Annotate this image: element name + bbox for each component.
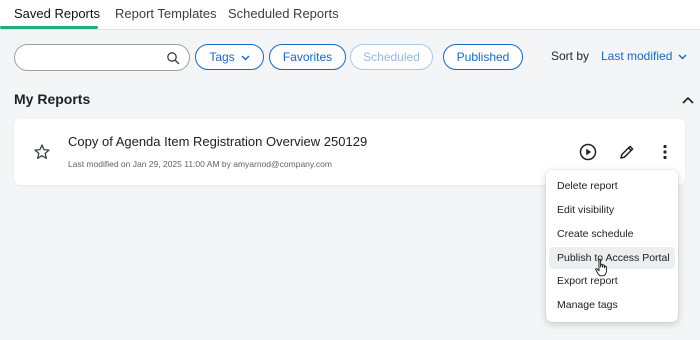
tab-report-templates[interactable]: Report Templates xyxy=(115,0,217,30)
play-icon[interactable] xyxy=(578,142,598,162)
menu-item-delete-report[interactable]: Delete report xyxy=(549,175,675,197)
section-title: My Reports xyxy=(14,91,91,107)
report-title[interactable]: Copy of Agenda Item Registration Overvie… xyxy=(68,134,367,149)
search-icon[interactable] xyxy=(166,51,180,65)
chevron-up-icon[interactable] xyxy=(681,94,695,106)
active-tab-indicator xyxy=(0,26,98,29)
report-actions-menu: Delete report Edit visibility Create sch… xyxy=(546,170,678,322)
chevron-down-icon xyxy=(241,55,250,61)
scheduled-filter-button: Scheduled xyxy=(350,44,433,70)
sort-select-value: Last modified xyxy=(601,49,673,63)
published-filter-button[interactable]: Published xyxy=(443,44,523,70)
pencil-icon[interactable] xyxy=(617,142,637,162)
menu-item-export-report[interactable]: Export report xyxy=(549,270,675,292)
tags-filter-button[interactable]: Tags xyxy=(195,44,264,70)
tab-scheduled-reports[interactable]: Scheduled Reports xyxy=(228,0,339,30)
menu-item-create-schedule[interactable]: Create schedule xyxy=(549,223,675,245)
more-vertical-icon[interactable] xyxy=(655,142,675,162)
tags-filter-label: Tags xyxy=(209,50,235,64)
menu-item-publish-to-access-portal[interactable]: Publish to Access Portal xyxy=(549,247,675,269)
tab-bar: Saved Reports Report Templates Scheduled… xyxy=(0,0,700,30)
search-box[interactable] xyxy=(14,44,190,71)
report-meta: Last modified on Jan 29, 2025 11:00 AM b… xyxy=(68,159,332,169)
chevron-down-icon xyxy=(678,54,687,60)
sort-select[interactable]: Last modified xyxy=(601,49,687,63)
star-icon[interactable] xyxy=(33,143,51,161)
sort-by-label: Sort by xyxy=(551,49,590,63)
favorites-filter-button[interactable]: Favorites xyxy=(269,44,346,70)
menu-item-manage-tags[interactable]: Manage tags xyxy=(549,294,675,316)
menu-item-edit-visibility[interactable]: Edit visibility xyxy=(549,199,675,221)
search-input[interactable] xyxy=(25,49,165,67)
